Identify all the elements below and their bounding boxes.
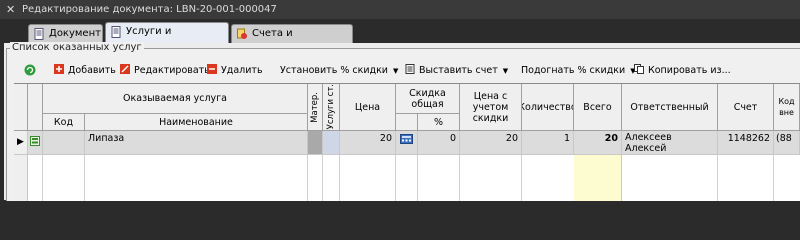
refresh-icon	[24, 64, 36, 76]
header-discount-total: Скидка общая	[396, 84, 460, 114]
edit-icon	[120, 64, 130, 74]
toolbar: Добавить Редактировать Удалить Установит…	[8, 60, 800, 82]
header-name[interactable]: Наименование	[85, 114, 308, 131]
header-percent[interactable]: %	[418, 114, 460, 131]
row-select-cell[interactable]	[28, 131, 43, 155]
header-services-st[interactable]: Услуги ст.	[323, 84, 340, 131]
cell-extra[interactable]: (88	[774, 131, 800, 155]
grid-line	[459, 155, 460, 201]
edit-button[interactable]: Редактировать	[120, 64, 210, 78]
tab-services-materials[interactable]: Услуги и материалы	[105, 22, 229, 55]
grid-line	[84, 155, 85, 201]
header-responsible[interactable]: Ответственный	[622, 84, 718, 131]
minus-icon	[207, 64, 217, 74]
invoice-icon	[405, 64, 415, 74]
header-price-with-discount[interactable]: Цена с учетом скидки	[460, 84, 522, 131]
chevron-down-icon: ▼	[502, 67, 509, 75]
cell-services-st[interactable]	[323, 131, 340, 155]
grid-line	[339, 155, 340, 201]
adjust-discount-dropdown[interactable]: Подогнать % скидки ▼	[521, 64, 636, 78]
header-discount-icon-col	[396, 114, 418, 131]
current-row-arrow-icon: ▶	[17, 137, 24, 147]
grid-line	[521, 155, 522, 201]
cell-code[interactable]	[43, 131, 85, 155]
cell-quantity[interactable]: 1	[522, 131, 574, 155]
cell-invoice[interactable]: 1148262	[718, 131, 774, 155]
header-service-group: Оказываемая услуга	[43, 84, 308, 114]
tab-document[interactable]: Документ	[28, 24, 103, 43]
tab-label: Документ	[49, 28, 101, 39]
cell-mater[interactable]	[308, 131, 323, 155]
copy-from-button[interactable]: Копировать из...	[634, 64, 731, 78]
chevron-down-icon: ▼	[392, 67, 399, 75]
header-mater-label: Матер.	[309, 91, 320, 123]
row-indicator-header	[14, 84, 28, 131]
refresh-button[interactable]	[24, 64, 40, 78]
header-services-st-label: Услуги ст.	[325, 84, 336, 130]
grid-line	[395, 155, 396, 201]
grid-line	[717, 155, 718, 201]
set-discount-dropdown[interactable]: Установить % скидки ▼	[280, 64, 398, 78]
edit-label: Редактировать	[134, 65, 210, 76]
grid-line	[307, 155, 308, 201]
adjust-discount-label: Подогнать % скидки	[521, 65, 626, 76]
grid-line	[417, 155, 418, 201]
select-column-header	[28, 84, 43, 131]
add-label: Добавить	[68, 65, 116, 76]
window-title: Редактирование документа: LBN-20-001-000…	[22, 4, 277, 15]
issue-invoice-dropdown[interactable]: Выставить счет ▼	[405, 64, 508, 78]
window-titlebar: ✕ Редактирование документа: LBN-20-001-0…	[0, 0, 800, 19]
cell-responsible[interactable]: Алексеев Алексей Васильевич	[622, 131, 718, 155]
cell-discount-icon[interactable]	[396, 131, 418, 155]
grid-line	[322, 155, 323, 201]
header-invoice[interactable]: Счет	[718, 84, 774, 131]
cell-name[interactable]: Липаза	[85, 131, 308, 155]
copy-label: Копировать из...	[648, 65, 731, 76]
header-total[interactable]: Всего	[574, 84, 622, 131]
cell-total[interactable]: 20	[574, 131, 622, 155]
calculator-icon	[400, 134, 413, 144]
cell-price[interactable]: 20	[340, 131, 396, 155]
add-button[interactable]: Добавить	[54, 64, 116, 78]
close-icon[interactable]: ✕	[6, 0, 15, 19]
issue-invoice-label: Выставить счет	[419, 65, 498, 76]
header-mater[interactable]: Матер.	[308, 84, 323, 131]
service-row-icon	[30, 136, 40, 146]
header-extra-label: Код вне	[778, 97, 795, 117]
delete-button[interactable]: Удалить	[207, 64, 263, 78]
header-quantity[interactable]: Количество	[522, 84, 574, 131]
document-icon	[34, 28, 44, 40]
tab-invoices[interactable]: Счета и накладные	[231, 24, 353, 57]
header-code[interactable]: Код	[43, 114, 85, 131]
invoices-icon	[237, 28, 247, 39]
header-extra[interactable]: Код вне	[774, 84, 800, 131]
tab-bar: Документ Услуги и материалы Счета и накл…	[0, 19, 800, 57]
set-discount-label: Установить % скидки	[280, 65, 388, 76]
services-grid: Оказываемая услуга Код Наименование Мате…	[14, 83, 800, 201]
grid-line	[773, 155, 774, 201]
cell-discount-percent[interactable]: 0	[418, 131, 460, 155]
delete-label: Удалить	[221, 65, 263, 76]
copy-icon	[634, 64, 644, 74]
row-indicator[interactable]: ▶	[14, 131, 28, 155]
header-price[interactable]: Цена	[340, 84, 396, 131]
group-label: Список оказанных услуг	[10, 42, 144, 53]
document-icon	[111, 26, 121, 38]
empty-indicator-area	[14, 155, 28, 201]
grid-line	[42, 155, 43, 201]
total-column-highlight	[574, 155, 622, 201]
plus-icon	[54, 64, 64, 74]
cell-price-with-discount[interactable]: 20	[460, 131, 522, 155]
